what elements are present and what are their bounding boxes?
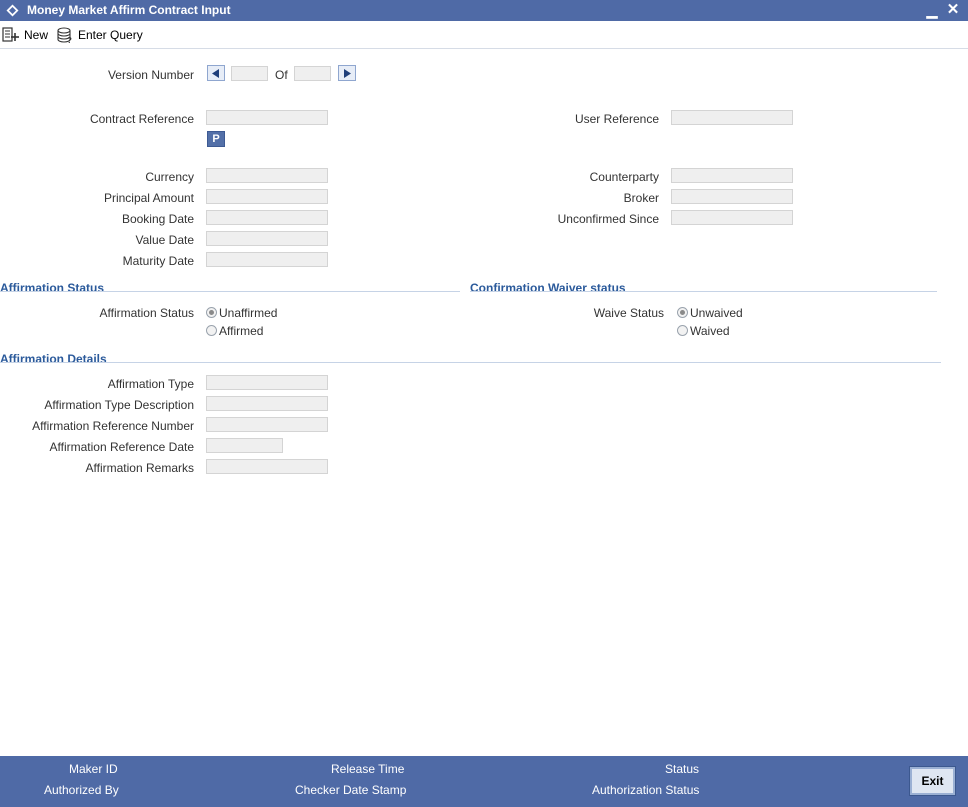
- next-version-button[interactable]: [338, 65, 356, 81]
- version-number-field[interactable]: [231, 66, 268, 81]
- title-bar: Money Market Affirm Contract Input ▁ ✕: [0, 0, 968, 21]
- new-label: New: [24, 28, 49, 42]
- counterparty-field[interactable]: [671, 168, 793, 183]
- audit-footer: [0, 756, 968, 807]
- user-reference-field[interactable]: [671, 110, 793, 125]
- database-query-icon: ?: [57, 26, 72, 44]
- maturity-date-label: Maturity Date: [122, 254, 194, 268]
- affirmation-remarks-field[interactable]: [206, 459, 328, 474]
- exit-button[interactable]: Exit: [909, 766, 956, 796]
- booking-date-field[interactable]: [206, 210, 328, 225]
- affirmation-details-section-title: Affirmation Details: [0, 352, 107, 366]
- broker-field[interactable]: [671, 189, 793, 204]
- maker-id-label: Maker ID: [69, 762, 118, 776]
- waive-status-label: Waive Status: [593, 306, 664, 320]
- total-versions-field[interactable]: [294, 66, 331, 81]
- unwaived-radio[interactable]: [677, 307, 688, 318]
- new-button[interactable]: New: [2, 26, 48, 44]
- broker-label: Broker: [623, 191, 659, 205]
- arrow-left-icon: [212, 68, 219, 78]
- unconfirmed-since-label: Unconfirmed Since: [557, 212, 659, 226]
- currency-label: Currency: [145, 170, 194, 184]
- value-date-field[interactable]: [206, 231, 328, 246]
- affirmation-type-label: Affirmation Type: [107, 377, 194, 391]
- arrow-right-icon: [344, 68, 351, 78]
- authorization-status-label: Authorization Status: [592, 783, 700, 797]
- user-reference-label: User Reference: [574, 112, 659, 126]
- waived-radio[interactable]: [677, 325, 688, 336]
- currency-field[interactable]: [206, 168, 328, 183]
- new-document-icon: [2, 27, 19, 42]
- p-button[interactable]: P: [207, 131, 225, 147]
- affirmation-status-divider: [0, 291, 460, 292]
- enter-query-button[interactable]: ? Enter Query: [57, 26, 143, 44]
- affirmation-reference-date-label: Affirmation Reference Date: [49, 440, 194, 454]
- unaffirmed-label: Unaffirmed: [219, 306, 278, 320]
- affirmation-status-section-title: Affirmation Status: [0, 281, 105, 295]
- value-date-label: Value Date: [135, 233, 194, 247]
- contract-reference-field[interactable]: [206, 110, 328, 125]
- contract-reference-label: Contract Reference: [89, 112, 194, 126]
- previous-version-button[interactable]: [207, 65, 225, 81]
- svg-text:?: ?: [67, 36, 72, 44]
- affirmation-type-description-field[interactable]: [206, 396, 328, 411]
- enter-query-label: Enter Query: [78, 28, 143, 42]
- booking-date-label: Booking Date: [121, 212, 194, 226]
- affirmation-status-label: Affirmation Status: [99, 306, 195, 320]
- maturity-date-field[interactable]: [206, 252, 328, 267]
- minimize-button[interactable]: ▁: [925, 0, 939, 20]
- version-of-label: Of: [275, 68, 288, 82]
- affirmation-details-divider: [0, 362, 941, 363]
- affirmation-reference-number-field[interactable]: [206, 417, 328, 432]
- release-time-label: Release Time: [331, 762, 405, 776]
- counterparty-label: Counterparty: [589, 170, 659, 184]
- close-button[interactable]: ✕: [945, 0, 961, 20]
- affirmation-reference-number-label: Affirmation Reference Number: [32, 419, 194, 433]
- diamond-icon: [6, 4, 19, 17]
- affirmation-remarks-label: Affirmation Remarks: [85, 461, 194, 475]
- authorized-by-label: Authorized By: [44, 783, 119, 797]
- window-title: Money Market Affirm Contract Input: [27, 3, 231, 17]
- checker-date-stamp-label: Checker Date Stamp: [295, 783, 407, 797]
- affirmation-type-description-label: Affirmation Type Description: [44, 398, 194, 412]
- principal-amount-label: Principal Amount: [103, 191, 194, 205]
- toolbar: New ? Enter Query: [0, 22, 968, 49]
- affirmed-label: Affirmed: [219, 324, 264, 338]
- waiver-status-section-title: Confirmation Waiver status: [470, 281, 626, 295]
- affirmation-type-field[interactable]: [206, 375, 328, 390]
- version-number-label: Version Number: [107, 68, 194, 82]
- affirmation-reference-date-field[interactable]: [206, 438, 283, 453]
- unwaived-label: Unwaived: [690, 306, 743, 320]
- status-label: Status: [665, 762, 700, 776]
- unconfirmed-since-field[interactable]: [671, 210, 793, 225]
- waived-label: Waived: [690, 324, 730, 338]
- unaffirmed-radio[interactable]: [206, 307, 217, 318]
- affirmed-radio[interactable]: [206, 325, 217, 336]
- waiver-status-divider: [470, 291, 937, 292]
- principal-amount-field[interactable]: [206, 189, 328, 204]
